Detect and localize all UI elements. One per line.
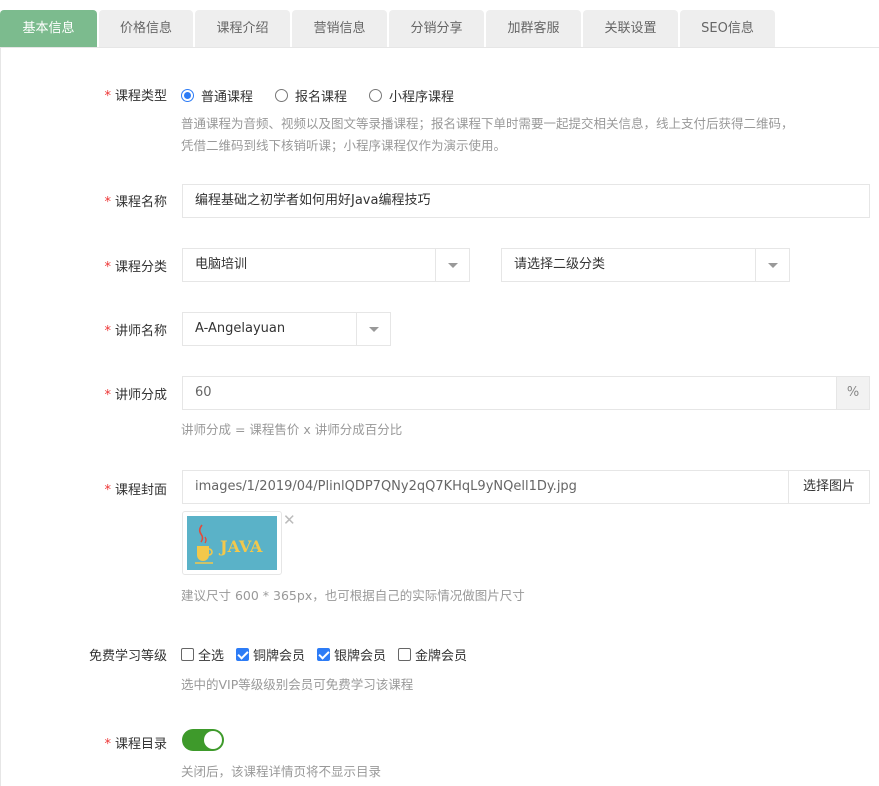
course-type-label: * 课程类型 [1, 85, 167, 104]
course-catalog-label: * 课程目录 [1, 733, 167, 752]
course-type-radio-group: 普通课程 报名课程 小程序课程 [181, 85, 476, 105]
checkbox-silver-member[interactable]: 银牌会员 [317, 645, 386, 664]
course-catalog-hint: 关闭后，该课程详情页将不显示目录 [181, 764, 382, 779]
chevron-down-icon[interactable] [435, 249, 469, 281]
required-mark: * [104, 737, 111, 752]
tab-distribution-share[interactable]: 分销分享 [389, 10, 484, 47]
checkbox-box[interactable] [181, 647, 194, 661]
radio-dot[interactable] [275, 88, 289, 102]
radio-signup-course[interactable]: 报名课程 [275, 86, 347, 105]
tab-bar: 基本信息 价格信息 课程介绍 营销信息 分销分享 加群客服 关联设置 SEO信息 [0, 10, 879, 48]
cover-path-input[interactable]: images/1/2019/04/PlinlQDP7QNy2qQ7KHqL9yN… [182, 470, 789, 504]
checkbox-box-checked[interactable] [236, 647, 250, 661]
checkbox-label: 金牌会员 [415, 648, 468, 664]
form-panel: * 课程类型 普通课程 报名课程 小程序课程 普通课程为音频、视频以及图文等录播课… [0, 48, 879, 786]
select-value: 电脑培训 [195, 257, 248, 272]
teacher-share-label: * 讲师分成 [1, 384, 167, 403]
primary-category-select[interactable]: 电脑培训 [182, 248, 470, 282]
radio-label: 小程序课程 [389, 89, 455, 105]
teacher-share-hint: 讲师分成 = 课程售价 x 讲师分成百分比 [181, 422, 403, 437]
required-mark: * [104, 324, 111, 339]
free-level-label: 免费学习等级 [1, 645, 167, 664]
required-mark: * [104, 195, 111, 210]
tab-marketing-info[interactable]: 营销信息 [292, 10, 387, 47]
checkbox-select-all[interactable]: 全选 [181, 645, 224, 664]
free-level-label-text: 免费学习等级 [88, 649, 167, 664]
radio-label: 报名课程 [295, 89, 348, 105]
checkbox-box-checked[interactable] [317, 647, 331, 661]
required-mark: * [104, 89, 111, 104]
radio-miniprogram-course[interactable]: 小程序课程 [369, 86, 454, 105]
checkbox-box[interactable] [398, 647, 412, 661]
required-mark: * [104, 483, 111, 498]
teacher-name-label-text: 讲师名称 [114, 324, 167, 339]
checkbox-label: 全选 [198, 648, 225, 664]
course-name-label-text: 课程名称 [114, 195, 167, 210]
checkbox-label: 银牌会员 [334, 648, 387, 664]
course-catalog-toggle[interactable] [182, 729, 224, 751]
cover-size-hint: 建议尺寸 600 * 365px，也可根据自己的实际情况做图片尺寸 [181, 588, 525, 603]
course-type-hint-line2: 凭借二维码到线下核销听课；小程序课程仅作为演示使用。 [181, 138, 507, 153]
teacher-name-label: * 讲师名称 [1, 320, 167, 339]
course-cover-label: * 课程封面 [1, 479, 167, 498]
free-level-checkbox-group: 全选 铜牌会员 银牌会员 金牌会员 [181, 644, 479, 664]
course-type-hint-line1: 普通课程为音频、视频以及图文等录播课程；报名课程下单时需要一起提交相关信息，线上… [181, 116, 794, 131]
checkbox-label: 铜牌会员 [253, 648, 306, 664]
course-name-input[interactable]: 编程基础之初学者如何用好Java编程技巧 [182, 184, 870, 218]
select-image-button[interactable]: 选择图片 [788, 470, 870, 504]
tab-price-info[interactable]: 价格信息 [99, 10, 193, 47]
tab-basic-info[interactable]: 基本信息 [0, 10, 97, 47]
course-category-label: * 课程分类 [1, 256, 167, 275]
java-cup-icon: JAVA [187, 516, 277, 570]
tab-related-settings[interactable]: 关联设置 [583, 10, 678, 47]
radio-dot-checked[interactable] [181, 88, 194, 102]
teacher-share-input[interactable]: 60 [182, 376, 837, 410]
close-icon[interactable]: ✕ [283, 513, 296, 528]
cover-thumbnail: JAVA [182, 511, 282, 575]
checkbox-gold-member[interactable]: 金牌会员 [398, 645, 467, 664]
course-cover-label-text: 课程封面 [114, 483, 167, 498]
chevron-down-icon[interactable] [356, 313, 390, 345]
course-name-label: * 课程名称 [1, 191, 167, 210]
tab-course-intro[interactable]: 课程介绍 [195, 10, 290, 47]
required-mark: * [104, 260, 111, 275]
radio-dot[interactable] [369, 88, 383, 102]
select-value: 请选择二级分类 [514, 257, 606, 272]
teacher-share-label-text: 讲师分成 [114, 388, 167, 403]
course-catalog-label-text: 课程目录 [114, 737, 167, 752]
tab-group-service[interactable]: 加群客服 [486, 10, 581, 47]
select-value: A-Angelayuan [195, 321, 286, 336]
java-logo-image: JAVA [187, 516, 277, 570]
percent-addon: % [836, 376, 870, 410]
radio-label: 普通课程 [201, 89, 254, 105]
toggle-knob[interactable] [204, 731, 222, 749]
secondary-category-select[interactable]: 请选择二级分类 [501, 248, 790, 282]
checkbox-bronze-member[interactable]: 铜牌会员 [236, 645, 305, 664]
course-type-hint: 普通课程为音频、视频以及图文等录播课程；报名课程下单时需要一起提交相关信息，线上… [181, 113, 794, 157]
teacher-select[interactable]: A-Angelayuan [182, 312, 391, 346]
tab-seo-info[interactable]: SEO信息 [680, 10, 775, 47]
chevron-down-icon[interactable] [755, 249, 789, 281]
course-type-label-text: 课程类型 [114, 89, 167, 104]
radio-normal-course[interactable]: 普通课程 [181, 86, 253, 105]
course-category-label-text: 课程分类 [114, 260, 167, 275]
free-level-hint: 选中的VIP等级级别会员可免费学习该课程 [181, 677, 414, 692]
thumbnail-text: JAVA [218, 537, 263, 556]
required-mark: * [104, 388, 111, 403]
